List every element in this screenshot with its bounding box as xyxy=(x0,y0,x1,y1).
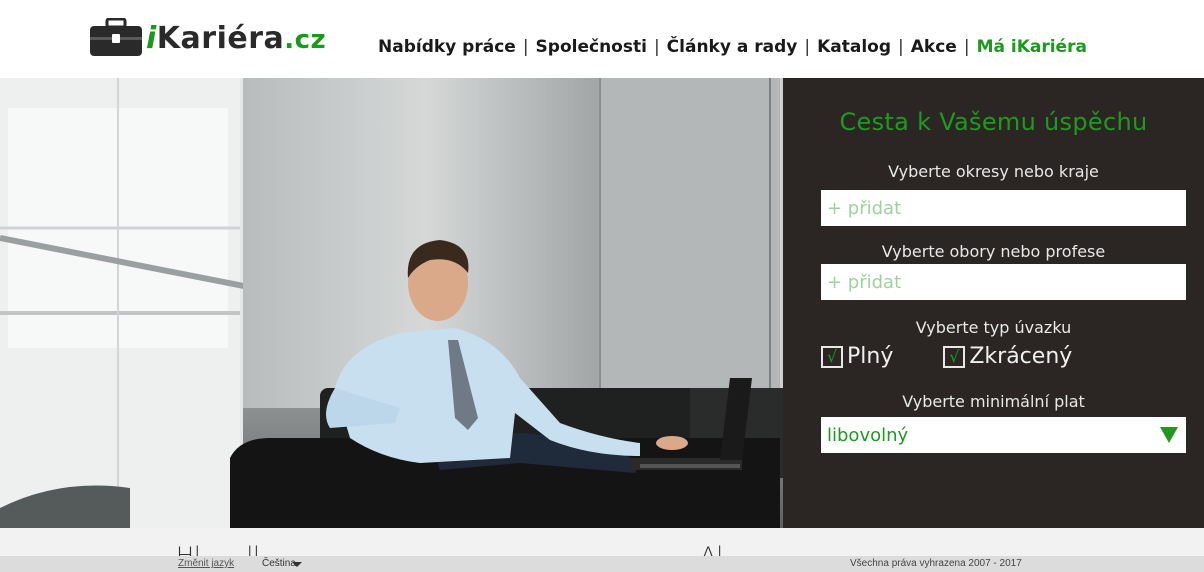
nav-separator: | xyxy=(898,37,904,57)
change-language-link[interactable]: Změnit jazyk xyxy=(178,558,234,569)
salary-label: Vyberte minimální plat xyxy=(902,392,1085,411)
main-nav: Nabídky práce | Společnosti | Články a r… xyxy=(378,37,1087,57)
employment-type-options: √ Plný √ Zkrácený xyxy=(821,344,1072,369)
nav-separator: | xyxy=(963,37,970,57)
field-label: Vyberte obory nebo profese xyxy=(881,242,1106,261)
type-part-option[interactable]: √ Zkrácený xyxy=(943,344,1072,369)
briefcase-icon xyxy=(88,18,144,58)
nav-item-akce[interactable]: Akce xyxy=(911,37,957,57)
region-input[interactable] xyxy=(821,190,1186,226)
copyright-text: Všechna práva vyhrazena 2007 - 2017 xyxy=(850,558,1022,569)
hero-photo xyxy=(0,78,790,528)
nav-separator: | xyxy=(653,37,660,57)
nav-item-clanky-a-rady[interactable]: Články a rady xyxy=(667,37,798,57)
salary-select[interactable]: libovolný xyxy=(821,417,1186,453)
full-checkbox[interactable]: √ xyxy=(821,345,843,368)
nav-item-nabidky-prace[interactable]: Nabídky práce xyxy=(378,37,516,57)
nav-item-ma-ikariera[interactable]: Má iKariéra xyxy=(977,37,1087,57)
field-input[interactable] xyxy=(821,264,1186,300)
nav-separator: | xyxy=(522,37,529,57)
logo-wordmark: iKariéra.cz xyxy=(146,20,327,56)
language-select[interactable]: Čeština xyxy=(262,558,296,569)
full-label: Plný xyxy=(847,344,894,369)
job-search-panel: Cesta k Vašemu úspěchu Vyberte okresy ne… xyxy=(783,78,1204,528)
region-label: Vyberte okresy nebo kraje xyxy=(888,162,1099,181)
dropdown-arrow-icon xyxy=(1160,427,1178,443)
chevron-down-icon[interactable] xyxy=(292,562,302,567)
type-full-option[interactable]: √ Plný xyxy=(821,344,893,369)
search-panel-title: Cesta k Vašemu úspěchu xyxy=(839,108,1148,136)
salary-select-value: libovolný xyxy=(827,424,909,446)
part-label: Zkrácený xyxy=(969,344,1073,369)
employment-type-label: Vyberte typ úvazku xyxy=(915,318,1072,337)
nav-item-katalog[interactable]: Katalog xyxy=(817,37,891,57)
footer-bar: Změnit jazyk Čeština Všechna práva vyhra… xyxy=(0,556,1204,572)
nav-separator: | xyxy=(804,37,811,57)
site-logo[interactable]: iKariéra.cz xyxy=(88,14,326,62)
nav-item-spolecnosti[interactable]: Společnosti xyxy=(536,37,647,57)
part-checkbox[interactable]: √ xyxy=(943,345,966,368)
